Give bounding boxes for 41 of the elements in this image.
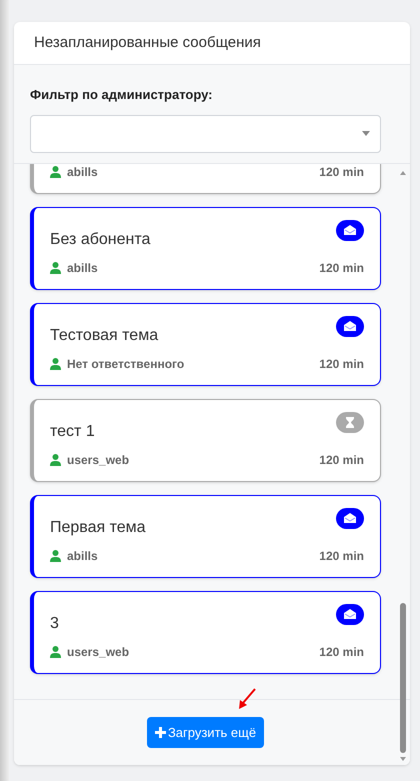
user-icon (50, 358, 61, 370)
message-title: тест 1 (50, 422, 95, 442)
user-icon (50, 454, 61, 466)
assignee-name: abills (67, 548, 98, 564)
message-title: Тестовая тема (50, 326, 158, 346)
user-icon (50, 262, 61, 274)
envelope-icon (343, 512, 357, 524)
message-card[interactable]: Первая тема abills 120 min (30, 494, 381, 578)
assignee-name: users_web (67, 644, 130, 660)
admin-select[interactable] (30, 114, 381, 152)
message-card[interactable]: abills 120 min (30, 164, 381, 194)
message-card[interactable]: 3 users_web 120 min (30, 590, 381, 674)
duration-text: 120 min (319, 356, 364, 372)
envelope-icon (343, 224, 357, 236)
message-card[interactable]: Тестовая тема Нет ответственного 120 min (30, 302, 381, 386)
assignee-name: abills (67, 260, 98, 276)
duration-text: 120 min (319, 644, 364, 660)
panel-title: Незапланированные сообщения (34, 32, 261, 53)
duration-text: 120 min (319, 452, 364, 468)
duration-text: 120 min (319, 260, 364, 276)
envelope-icon (343, 320, 357, 332)
message-card[interactable]: тест 1 users_web 120 min (30, 398, 381, 482)
dropdown-caret-icon (362, 131, 370, 136)
annotation-arrow (237, 688, 257, 710)
envelope-icon (343, 608, 357, 620)
duration-text: 120 min (319, 164, 364, 180)
assignee-name: users_web (67, 452, 130, 468)
load-more-button[interactable]: Загрузить ещё (146, 716, 264, 748)
user-icon (50, 550, 61, 562)
message-title: Первая тема (50, 518, 146, 538)
hourglass-icon (345, 416, 355, 428)
plus-icon (154, 726, 166, 738)
user-icon (50, 646, 61, 658)
message-title: Без абонента (50, 230, 150, 250)
message-card[interactable]: Без абонента abills 120 min (30, 206, 381, 290)
duration-text: 120 min (319, 548, 364, 564)
message-title: 3 (50, 614, 59, 634)
assignee-name: Нет ответственного (67, 356, 184, 372)
assignee-name: abills (67, 164, 98, 180)
user-icon (50, 166, 61, 178)
filter-label: Фильтр по администратору: (30, 86, 214, 104)
